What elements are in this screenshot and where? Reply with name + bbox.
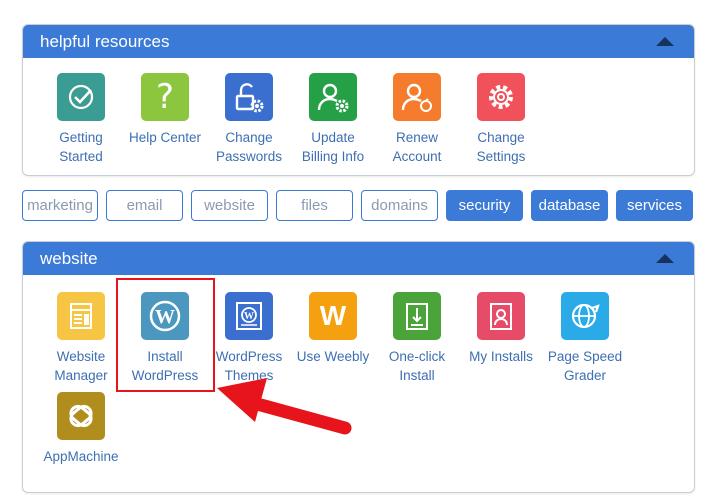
tab-security[interactable]: security: [446, 190, 523, 221]
tile-label-line1: My Installs: [469, 349, 533, 364]
tab-files[interactable]: files: [276, 190, 353, 221]
one-click-install-tile[interactable]: One-click Install: [375, 292, 459, 385]
page-speed-grader-tile[interactable]: Page Speed Grader: [543, 292, 627, 385]
question-mark-icon: ?: [141, 73, 189, 121]
tile-label-line2: Install: [399, 368, 435, 383]
tile-label-line2: Grader: [563, 368, 607, 383]
website-manager-tile[interactable]: Website Manager: [39, 292, 123, 385]
tab-website[interactable]: website: [191, 190, 268, 221]
tile-label-line1: Getting: [59, 130, 103, 145]
panel-title: helpful resources: [40, 32, 170, 51]
change-passwords-tile[interactable]: Change Passwords: [207, 73, 291, 166]
panel-header: helpful resources: [23, 25, 694, 58]
help-center-tile[interactable]: ? Help Center: [123, 73, 207, 147]
my-installs-tile[interactable]: My Installs: [459, 292, 543, 366]
tile-label-line1: Change: [225, 130, 273, 145]
install-wordpress-highlight-box: [116, 278, 215, 392]
weebly-icon: W: [309, 292, 357, 340]
panel-title: website: [40, 249, 98, 268]
change-settings-tile[interactable]: Change Settings: [459, 73, 543, 166]
tile-label-line2: Settings: [476, 149, 526, 164]
user-gear-icon: [309, 73, 357, 121]
tile-label-line1: Page Speed: [547, 349, 623, 364]
tile-label-line1: WordPress: [215, 349, 283, 364]
getting-started-tile[interactable]: Getting Started: [39, 73, 123, 166]
tab-services[interactable]: services: [616, 190, 693, 221]
tab-marketing[interactable]: marketing: [22, 190, 98, 221]
tile-label-line1: Change: [477, 130, 525, 145]
tab-domains[interactable]: domains: [361, 190, 438, 221]
wordpress-themes-icon: W: [225, 292, 273, 340]
panel-header: website: [23, 242, 694, 275]
tile-label-line1: Renew: [395, 130, 439, 145]
renew-account-tile[interactable]: Renew Account: [375, 73, 459, 166]
gear-icon: [477, 73, 525, 121]
tile-label-line1: Use Weebly: [296, 349, 370, 364]
tile-label-line1: Help Center: [128, 130, 202, 145]
svg-text:W: W: [244, 311, 254, 322]
tile-label-line1: AppMachine: [43, 449, 119, 464]
tile-label-line1: One-click: [388, 349, 446, 364]
tile-label-line2: Started: [59, 149, 103, 164]
checkmark-icon: [57, 73, 105, 121]
tile-label-line2: Manager: [54, 368, 108, 383]
red-arrow-icon: [217, 378, 352, 435]
lock-gear-icon: [225, 73, 273, 121]
one-click-install-icon: [393, 292, 441, 340]
appmachine-tile[interactable]: AppMachine: [39, 392, 123, 466]
tile-label-line2: Passwords: [215, 149, 283, 164]
tile-label-line2: Account: [392, 149, 442, 164]
use-weebly-tile[interactable]: W Use Weebly: [291, 292, 375, 366]
tab-email[interactable]: email: [106, 190, 183, 221]
globe-icon: [561, 292, 609, 340]
my-installs-icon: [477, 292, 525, 340]
collapse-triangle-icon[interactable]: [656, 37, 674, 46]
tab-database[interactable]: database: [531, 190, 608, 221]
user-refresh-icon: [393, 73, 441, 121]
tile-label-line1: Website: [56, 349, 106, 364]
update-billing-info-tile[interactable]: Update Billing Info: [291, 73, 375, 166]
collapse-triangle-icon[interactable]: [656, 254, 674, 263]
helpful-resources-panel: helpful resources Getting Started ? Help …: [22, 24, 695, 176]
appmachine-icon: [57, 392, 105, 440]
layout-icon: [57, 292, 105, 340]
tile-label-line1: Update: [311, 130, 355, 145]
tile-label-line2: Billing Info: [301, 149, 365, 164]
